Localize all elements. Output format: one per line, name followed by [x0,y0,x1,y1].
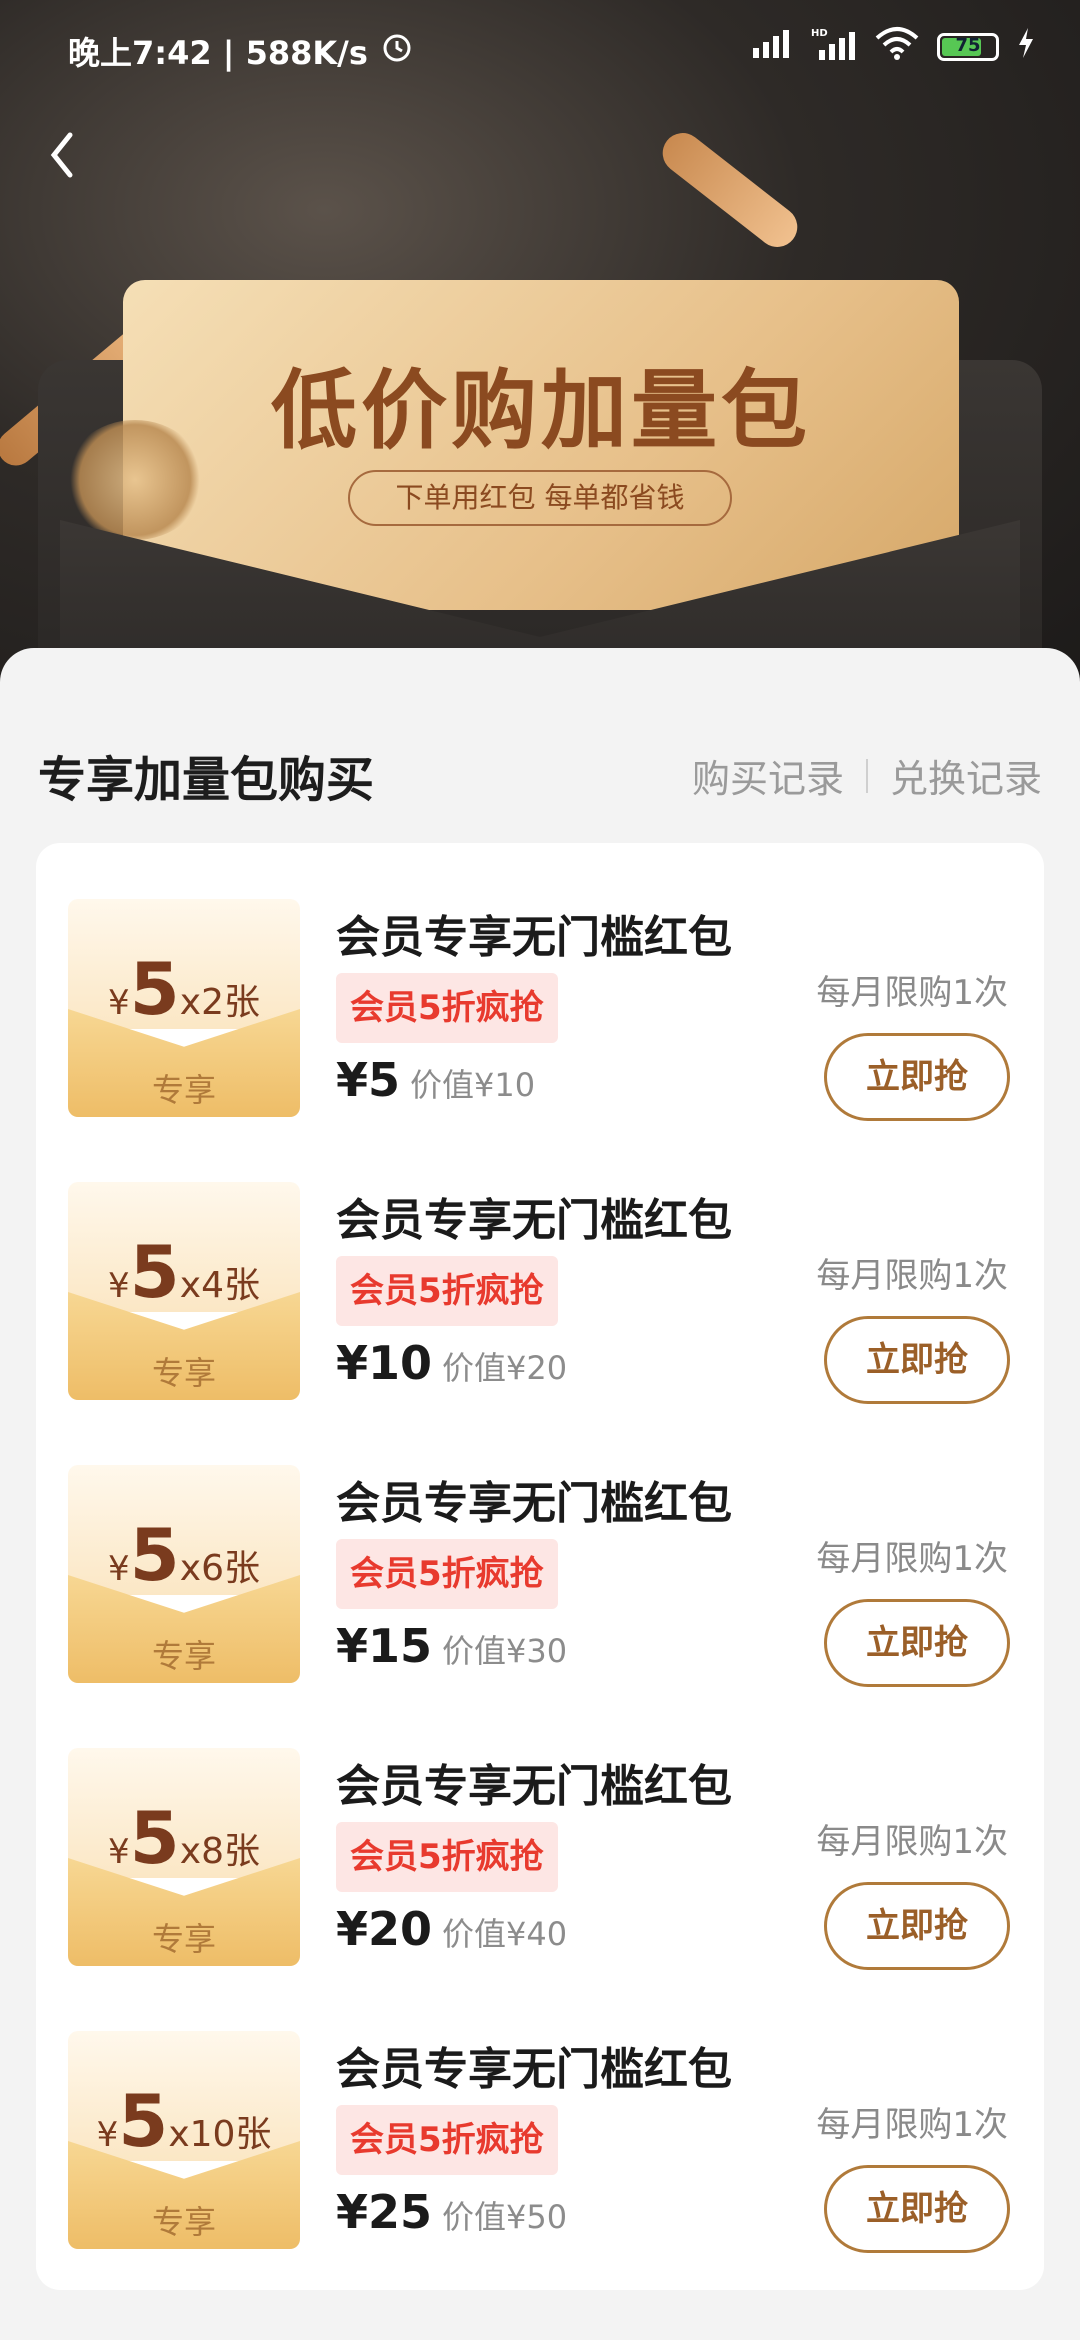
discount-badge: 会员5折疯抢 [336,1822,558,1892]
grab-button[interactable]: 立即抢 [824,1882,1010,1970]
grab-button[interactable]: 立即抢 [824,1599,1010,1687]
red-envelope-thumbnail: ¥5x6张 专享 [68,1465,300,1683]
status-bar: 晚上7:42 | 588K/s HD 75 [0,0,1080,95]
item-price: ¥5 价值¥10 [336,1053,536,1107]
package-list: ¥5x2张 专享 会员专享无门槛红包 会员5折疯抢 ¥5 价值¥10 每月限购1次… [36,843,1044,2290]
item-price: ¥20 价值¥40 [336,1902,568,1956]
envelope-amount: ¥5x10张 [96,2079,272,2163]
item-price: ¥15 价值¥30 [336,1619,568,1673]
item-name: 会员专享无门槛红包 [336,1195,732,1246]
svg-text:HD: HD [811,28,828,39]
discount-badge: 会员5折疯抢 [336,2105,558,2175]
promo-title: 低价购加量包 [271,361,811,461]
purchase-limit: 每月限购1次 [816,2105,1008,2145]
envelope-amount: ¥5x2张 [108,947,260,1031]
signal-hd-icon: HD [811,26,857,68]
grab-button[interactable]: 立即抢 [824,2165,1010,2253]
discount-badge: 会员5折疯抢 [336,973,558,1043]
purchase-limit: 每月限购1次 [816,1822,1008,1862]
signal-icon [751,28,793,66]
item-name: 会员专享无门槛红包 [336,1478,732,1529]
red-envelope-thumbnail: ¥5x2张 专享 [68,899,300,1117]
purchase-record-link[interactable]: 购买记录 [692,748,844,803]
list-item: ¥5x2张 专享 会员专享无门槛红包 会员5折疯抢 ¥5 价值¥10 每月限购1次… [36,843,1044,1126]
envelope-tag: 专享 [151,1637,216,1675]
item-price: ¥10 价值¥20 [336,1336,568,1390]
item-price: ¥25 价值¥50 [336,2185,568,2239]
ribbon-decoration [654,124,806,256]
list-item: ¥5x4张 专享 会员专享无门槛红包 会员5折疯抢 ¥10 价值¥20 每月限购1… [36,1126,1044,1409]
purchase-limit: 每月限购1次 [816,1256,1008,1296]
grab-button[interactable]: 立即抢 [824,1316,1010,1404]
status-time-speed: 晚上7:42 | 588K/s [68,34,368,72]
list-item: ¥5x10张 专享 会员专享无门槛红包 会员5折疯抢 ¥25 价值¥50 每月限购… [36,1975,1044,2258]
envelope-amount: ¥5x6张 [108,1513,260,1597]
grab-button[interactable]: 立即抢 [824,1033,1010,1121]
item-name: 会员专享无门槛红包 [336,1761,732,1812]
red-envelope-thumbnail: ¥5x4张 专享 [68,1182,300,1400]
list-item: ¥5x6张 专享 会员专享无门槛红包 会员5折疯抢 ¥15 价值¥30 每月限购1… [36,1409,1044,1692]
wifi-icon [875,26,919,68]
red-envelope-thumbnail: ¥5x8张 专享 [68,1748,300,1966]
envelope-amount: ¥5x4张 [108,1230,260,1314]
battery-level: 75 [955,35,981,56]
battery-icon: 75 [937,33,999,61]
item-name: 会员专享无门槛红包 [336,2044,732,2095]
chevron-left-icon [50,132,73,178]
item-name: 会员专享无门槛红包 [336,912,732,963]
envelope-tag: 专享 [151,2203,216,2241]
promo-card: 低价购加量包 下单用红包 每单都省钱 [123,280,959,610]
envelope-tag: 专享 [151,1071,216,1109]
promo-subtitle: 下单用红包 每单都省钱 [348,470,732,526]
discount-badge: 会员5折疯抢 [336,1539,558,1609]
purchase-limit: 每月限购1次 [816,973,1008,1013]
envelope-tag: 专享 [151,1920,216,1958]
list-item: ¥5x8张 专享 会员专享无门槛红包 会员5折疯抢 ¥20 价值¥40 每月限购1… [36,1692,1044,1975]
divider [865,758,868,793]
section-title: 专享加量包购买 [38,752,375,808]
envelope-tag: 专享 [151,1354,216,1392]
hero-banner: 低价购加量包 下单用红包 每单都省钱 晚上7:42 | 588K/s HD 75 [0,0,1080,700]
exchange-record-link[interactable]: 兑换记录 [890,748,1042,803]
back-button[interactable] [40,125,90,185]
record-links: 购买记录 兑换记录 [692,748,1042,803]
discount-badge: 会员5折疯抢 [336,1256,558,1326]
purchase-limit: 每月限购1次 [816,1539,1008,1579]
red-envelope-thumbnail: ¥5x10张 专享 [68,2031,300,2249]
pinecone-decoration [65,420,205,540]
charging-icon [1017,28,1035,66]
alarm-icon [380,30,414,72]
envelope-amount: ¥5x8张 [108,1796,260,1880]
